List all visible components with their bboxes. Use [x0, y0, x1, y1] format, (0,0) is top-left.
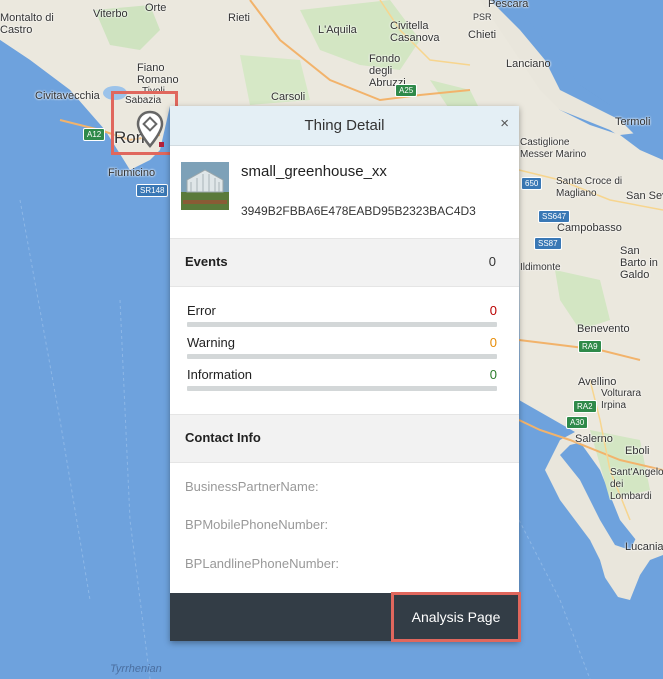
- event-row-error: Error 0: [187, 303, 497, 333]
- map-label-lanciano: Lanciano: [506, 58, 551, 70]
- event-label-error: Error: [187, 303, 216, 318]
- road-shield-ra9: RA9: [578, 340, 602, 353]
- events-title: Events: [185, 254, 228, 269]
- map-label-psr: PSR: [473, 12, 492, 22]
- analysis-button-highlight: [391, 592, 521, 642]
- event-label-warning: Warning: [187, 335, 235, 350]
- map-label-carsoli: Carsoli: [271, 91, 306, 103]
- marker-highlight: [111, 91, 178, 155]
- event-row-information: Information 0: [187, 367, 497, 397]
- event-label-information: Information: [187, 367, 253, 382]
- close-icon[interactable]: ×: [500, 115, 509, 132]
- map-label-civitella: Civitella Casanova: [390, 20, 440, 44]
- map-label-avellino: Avellino: [578, 376, 617, 388]
- road-shield-a25: A25: [395, 84, 418, 97]
- event-bar-error: [187, 322, 497, 327]
- event-row-warning: Warning 0: [187, 335, 497, 365]
- map-label-montalto: Montalto di Castro: [0, 12, 54, 36]
- dialog-header: Thing Detail ×: [170, 106, 519, 146]
- map-label-fiumicino: Fiumicino: [108, 167, 156, 179]
- road-shield-sr148: SR148: [136, 184, 169, 197]
- map-label-viterbo: Viterbo: [93, 8, 128, 20]
- map-label-salerno: Salerno: [575, 433, 613, 445]
- dialog-title: Thing Detail: [304, 117, 385, 134]
- event-value-warning: 0: [489, 335, 497, 350]
- map-label-chieti: Chieti: [468, 29, 497, 41]
- event-bar-information: [187, 386, 497, 391]
- thing-image: [181, 162, 229, 210]
- map-label-volturara: Volturara Irpina: [601, 388, 642, 411]
- bp-landline-phone-label: BPLandlinePhoneNumber:: [185, 556, 339, 571]
- map-label-pescara: Pescara: [488, 0, 529, 10]
- road-shield-ss87: SS87: [534, 237, 562, 250]
- event-value-information: 0: [489, 367, 497, 382]
- events-count: 0: [488, 254, 496, 269]
- event-bar-warning: [187, 354, 497, 359]
- business-partner-name-label: BusinessPartnerName:: [185, 479, 319, 494]
- map-label-rieti: Rieti: [228, 12, 251, 24]
- map-label-lucania: Lucania: [625, 541, 663, 553]
- map-label-san-barto: San Barto in Galdo: [620, 245, 658, 281]
- map-label-san-sev: San Sev: [626, 190, 663, 202]
- road-shield-a30: A30: [566, 416, 589, 429]
- road-shield-a12: A12: [83, 128, 106, 141]
- map-label-campobasso: Campobasso: [557, 222, 622, 234]
- contact-title: Contact Info: [185, 430, 261, 445]
- contact-section-header: Contact Info: [170, 414, 519, 463]
- road-shield-ss647: SS647: [538, 210, 571, 223]
- thing-id: 3949B2FBBA6E478EABD95B2323BAC4D3: [241, 204, 476, 218]
- map-label-fiano-romano: Fiano Romano: [137, 62, 179, 86]
- map-label-orte: Orte: [145, 2, 167, 14]
- map-label-ildimonte: Ildimonte: [520, 262, 561, 273]
- bp-mobile-phone-label: BPMobilePhoneNumber:: [185, 517, 329, 532]
- thing-detail-dialog: Thing Detail × small_greenhouse_xx 3949B…: [170, 106, 521, 642]
- map-label-laquila: L'Aquila: [318, 24, 357, 36]
- event-value-error: 0: [489, 303, 497, 318]
- thing-name: small_greenhouse_xx: [241, 163, 387, 180]
- map-label-eboli: Eboli: [625, 445, 650, 457]
- map-label-santa-croce: Santa Croce di Magliano: [556, 176, 623, 199]
- road-shield-650: 650: [521, 177, 543, 190]
- map-label-benevento: Benevento: [577, 323, 630, 335]
- events-section-header: Events 0: [170, 238, 519, 287]
- map-label-civitavecchia: Civitavecchia: [35, 90, 100, 102]
- road-shield-ra2: RA2: [573, 400, 597, 413]
- map-label-santangelo: Sant'Angelo dei Lombardi: [610, 467, 663, 502]
- map-label-castiglione: Castiglione Messer Marino: [520, 137, 587, 160]
- map-label-tyrrhenian: Tyrrhenian: [110, 663, 162, 675]
- map-label-termoli: Termoli: [615, 116, 651, 128]
